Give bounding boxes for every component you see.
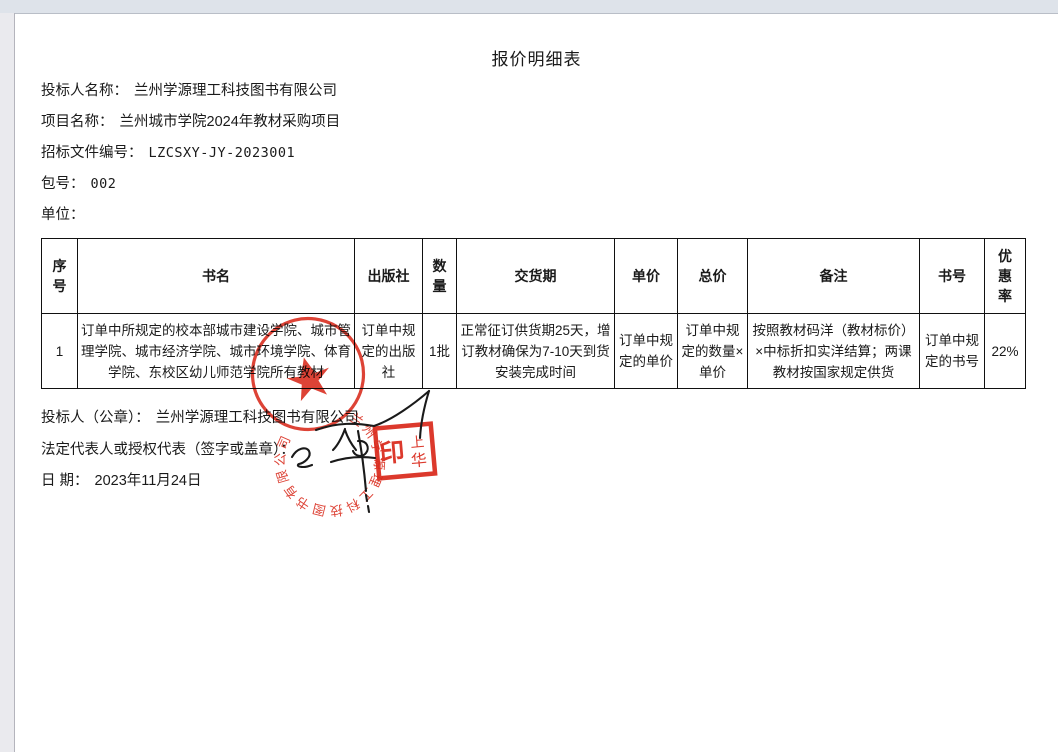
cell-quantity: 1批: [423, 314, 457, 389]
meta-unit: 单位：: [41, 204, 91, 226]
footer-label: 投标人（公章）：: [41, 410, 150, 426]
footer-value: 2023年11月24日: [95, 473, 202, 489]
col-header-quantity: 数量: [423, 239, 457, 314]
footer-representative-line: 法定代表人或授权代表（签字或盖章）：: [41, 439, 301, 461]
meta-value: 兰州学源理工科技图书有限公司: [134, 83, 337, 99]
col-header-remarks: 备注: [748, 239, 920, 314]
cell-book-name: 订单中所规定的校本部城市建设学院、城市管理学院、城市经济学院、城市环境学院、体育…: [78, 314, 355, 389]
col-header-delivery: 交货期: [457, 239, 615, 314]
quotation-table: 序号 书名 出版社 数量 交货期 单价 总价 备注 书号 优惠率 1 订单中所规…: [41, 238, 1026, 389]
meta-label: 单位：: [41, 207, 85, 223]
cell-total-price: 订单中规定的数量×单价: [678, 314, 748, 389]
cell-discount-rate: 22%: [985, 314, 1026, 389]
col-header-unit-price: 单价: [615, 239, 678, 314]
meta-label: 投标人名称：: [41, 83, 128, 99]
document-page: 报价明细表 投标人名称： 兰州学源理工科技图书有限公司 项目名称： 兰州城市学院20…: [15, 14, 1058, 752]
meta-label: 包号：: [41, 176, 85, 192]
cell-book-number: 订单中规定的书号: [920, 314, 985, 389]
meta-bidder-name: 投标人名称： 兰州学源理工科技图书有限公司: [41, 80, 337, 102]
meta-package-number: 包号： 002: [41, 173, 116, 195]
cell-delivery: 正常征订供货期25天，增订教材确保为7-10天到货安装完成时间: [457, 314, 615, 389]
col-header-seq: 序号: [42, 239, 78, 314]
meta-label: 招标文件编号：: [41, 145, 143, 161]
footer-bidder-seal-line: 投标人（公章）： 兰州学源理工科技图书有限公司: [41, 407, 359, 429]
footer-value: 兰州学源理工科技图书有限公司: [156, 410, 359, 426]
cell-unit-price: 订单中规定的单价: [615, 314, 678, 389]
footer-label: 日 期：: [41, 473, 89, 489]
cell-publisher: 订单中规定的出版社: [355, 314, 423, 389]
table-row: 1 订单中所规定的校本部城市建设学院、城市管理学院、城市经济学院、城市环境学院、…: [42, 314, 1026, 389]
col-header-discount-rate: 优惠率: [985, 239, 1026, 314]
page-title: 报价明细表: [15, 45, 1058, 70]
page-left-margin: [0, 13, 15, 752]
meta-project-name: 项目名称： 兰州城市学院2024年教材采购项目: [41, 111, 340, 133]
col-header-publisher: 出版社: [355, 239, 423, 314]
meta-value: 002: [91, 176, 117, 192]
col-header-total-price: 总价: [678, 239, 748, 314]
meta-value: 兰州城市学院2024年教材采购项目: [120, 114, 341, 130]
col-header-book-name: 书名: [78, 239, 355, 314]
cell-remarks: 按照教材码洋（教材标价）×中标折扣实洋结算；两课教材按国家规定供货: [748, 314, 920, 389]
meta-value: LZCSXY-JY-2023001: [149, 145, 296, 161]
table-header-row: 序号 书名 出版社 数量 交货期 单价 总价 备注 书号 优惠率: [42, 239, 1026, 314]
meta-tender-doc-number: 招标文件编号： LZCSXY-JY-2023001: [41, 142, 295, 164]
meta-label: 项目名称：: [41, 114, 114, 130]
cell-seq: 1: [42, 314, 78, 389]
footer-label: 法定代表人或授权代表（签字或盖章）：: [41, 442, 295, 458]
window-top-edge: [0, 0, 1058, 14]
col-header-book-number: 书号: [920, 239, 985, 314]
footer-date-line: 日 期： 2023年11月24日: [41, 470, 201, 492]
